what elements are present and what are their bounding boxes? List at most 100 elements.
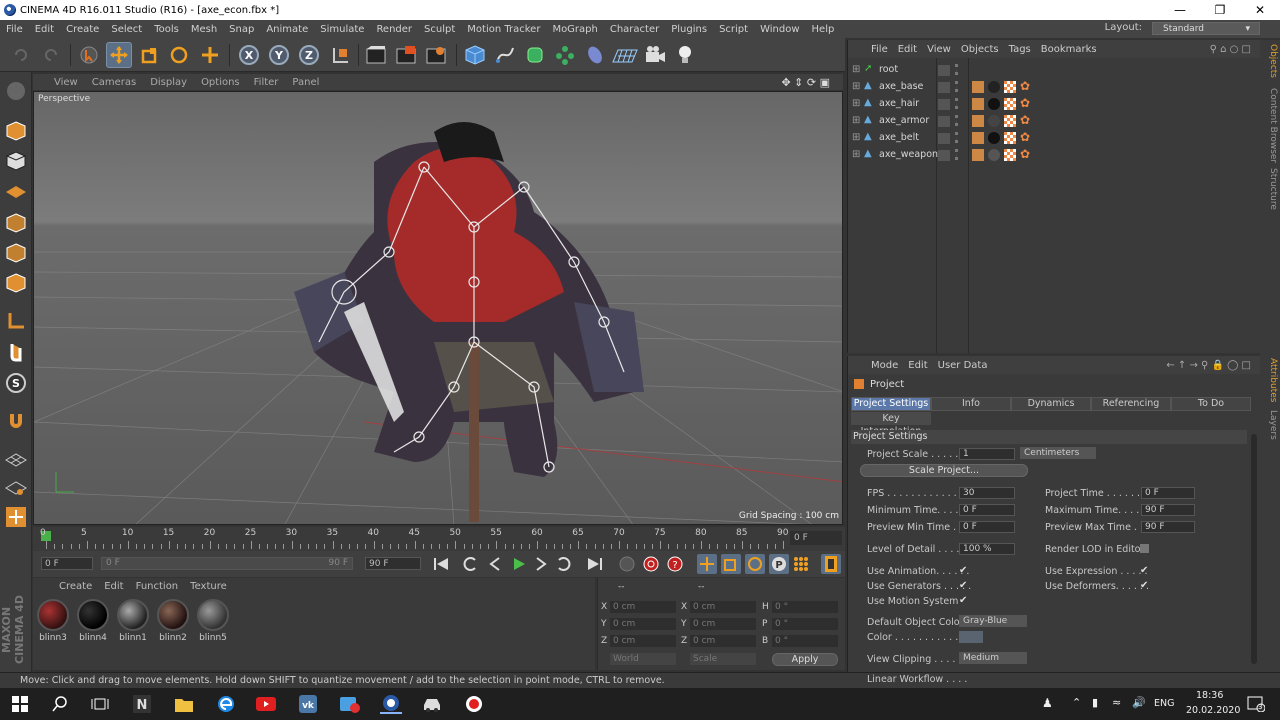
side-tab-structure[interactable]: Structure bbox=[1262, 168, 1278, 210]
deformer-button[interactable] bbox=[582, 42, 608, 68]
object-menu-objects[interactable]: Objects bbox=[956, 44, 1004, 55]
taskbar-vk[interactable]: vk bbox=[298, 694, 318, 714]
tab-key-interpolation[interactable]: Key Interpolation bbox=[851, 412, 931, 437]
size-x-field[interactable]: 0 cm bbox=[690, 601, 756, 613]
battery-icon[interactable]: ▮ bbox=[1092, 696, 1098, 709]
snap-button[interactable]: S bbox=[3, 370, 29, 396]
object-row-axe-belt[interactable]: ⊞ ▲ axe_belt ✿ bbox=[848, 130, 1261, 146]
render-settings-button[interactable] bbox=[423, 42, 449, 68]
size-y-field[interactable]: 0 cm bbox=[690, 618, 756, 630]
object-menu-edit[interactable]: Edit bbox=[893, 44, 922, 55]
uvw-tag-icon[interactable] bbox=[1004, 132, 1016, 144]
side-tab-attributes[interactable]: Attributes bbox=[1262, 358, 1278, 402]
size-mode-select[interactable]: Scale bbox=[690, 653, 756, 665]
notification-center-button[interactable]: 3 bbox=[1246, 694, 1266, 714]
object-menu-file[interactable]: File bbox=[866, 44, 893, 55]
clock-date[interactable]: 20.02.2020 bbox=[1186, 705, 1240, 716]
tab-info[interactable]: Info bbox=[931, 397, 1011, 411]
menu-render[interactable]: Render bbox=[370, 24, 418, 35]
position-x-field[interactable]: 0 cm bbox=[610, 601, 676, 613]
go-to-start-button[interactable] bbox=[431, 554, 451, 574]
material-menu-create[interactable]: Create bbox=[53, 581, 98, 592]
coordinate-system-button[interactable] bbox=[327, 42, 353, 68]
end-frame-field[interactable]: 90 F bbox=[365, 557, 421, 570]
render-lod-checkbox[interactable] bbox=[1140, 544, 1149, 553]
viewport-menu-options[interactable]: Options bbox=[194, 77, 247, 88]
floor-button[interactable] bbox=[612, 42, 638, 68]
menu-sculpt[interactable]: Sculpt bbox=[418, 24, 461, 35]
expand-icon[interactable]: ⊞ bbox=[852, 149, 860, 160]
layer-dots[interactable] bbox=[955, 149, 958, 160]
layer-dots[interactable] bbox=[955, 132, 958, 143]
material-item[interactable]: blinn2 bbox=[155, 599, 191, 647]
uvw-tag-icon[interactable] bbox=[1004, 98, 1016, 110]
coord-mode-select[interactable]: World bbox=[610, 653, 676, 665]
next-frame-button[interactable] bbox=[531, 554, 551, 574]
skin-tag-icon[interactable]: ✿ bbox=[1020, 114, 1032, 127]
play-button[interactable] bbox=[509, 554, 529, 574]
tab-dynamics[interactable]: Dynamics bbox=[1011, 397, 1091, 411]
material-item[interactable]: blinn1 bbox=[115, 599, 151, 647]
side-tab-content-browser[interactable]: Content Browser bbox=[1262, 88, 1278, 163]
material-tag-icon[interactable] bbox=[988, 98, 1000, 110]
layer-dots[interactable] bbox=[955, 115, 958, 126]
model-mode-button[interactable] bbox=[3, 118, 29, 144]
start-frame-field[interactable]: 0 F bbox=[41, 557, 93, 570]
search-button[interactable] bbox=[50, 694, 70, 714]
object-menu-tags[interactable]: Tags bbox=[1004, 44, 1036, 55]
visibility-toggle[interactable] bbox=[938, 99, 950, 110]
previous-frame-button[interactable] bbox=[485, 554, 505, 574]
visibility-toggle[interactable] bbox=[938, 116, 950, 127]
expand-icon[interactable]: ⊞ bbox=[852, 64, 860, 75]
material-tag-icon[interactable] bbox=[988, 115, 1000, 127]
cloner-button[interactable] bbox=[552, 42, 578, 68]
menu-snap[interactable]: Snap bbox=[223, 24, 260, 35]
default-object-color-select[interactable]: Gray-Blue bbox=[959, 615, 1027, 627]
weight-tag-icon[interactable] bbox=[972, 98, 984, 110]
expand-icon[interactable]: ⊞ bbox=[852, 98, 860, 109]
close-button[interactable]: ✕ bbox=[1240, 0, 1280, 20]
preview-range-slider[interactable]: 0 F 90 F bbox=[101, 557, 353, 570]
next-key-button[interactable] bbox=[553, 554, 573, 574]
viewport-navigation-icons[interactable]: ✥ ⇕ ⟳ ▣ bbox=[774, 76, 837, 89]
taskbar-messenger[interactable] bbox=[340, 694, 360, 714]
move-tool-button[interactable] bbox=[106, 42, 132, 68]
record-active-objects-button[interactable] bbox=[617, 554, 637, 574]
expand-icon[interactable]: ⊞ bbox=[852, 132, 860, 143]
viewport-menu-display[interactable]: Display bbox=[143, 77, 194, 88]
magnet-button[interactable] bbox=[3, 408, 29, 434]
menu-plugins[interactable]: Plugins bbox=[665, 24, 713, 35]
edge-mode-button[interactable] bbox=[3, 240, 29, 266]
key-pla-button[interactable] bbox=[791, 554, 811, 574]
object-search-icon[interactable]: ⚲ ⌂ ○ □ bbox=[1205, 44, 1256, 55]
volume-icon[interactable]: 🔊 bbox=[1132, 696, 1146, 709]
restore-button[interactable]: ❐ bbox=[1200, 0, 1240, 20]
taskbar-app-n[interactable]: N bbox=[132, 694, 152, 714]
menu-select[interactable]: Select bbox=[105, 24, 148, 35]
rotation-h-field[interactable]: 0 ° bbox=[772, 601, 838, 613]
material-tag-icon[interactable] bbox=[988, 149, 1000, 161]
live-select-button[interactable] bbox=[197, 42, 223, 68]
rotation-b-field[interactable]: 0 ° bbox=[772, 635, 838, 647]
z-axis-button[interactable]: Z bbox=[296, 42, 322, 68]
rotate-tool-button[interactable] bbox=[166, 42, 192, 68]
menu-animate[interactable]: Animate bbox=[260, 24, 314, 35]
attr-menu-mode[interactable]: Mode bbox=[866, 360, 903, 371]
material-tag-icon[interactable] bbox=[988, 132, 1000, 144]
size-z-field[interactable]: 0 cm bbox=[690, 635, 756, 647]
menu-file[interactable]: File bbox=[0, 24, 29, 35]
timeline-ruler[interactable]: 0 5 10 15 20 25 30 35 40 45 50 55 60 65 70 75 80 85 90 0 F bbox=[33, 527, 845, 551]
material-tag-icon[interactable] bbox=[988, 81, 1000, 93]
position-z-field[interactable]: 0 cm bbox=[610, 635, 676, 647]
workplane-mode-button[interactable] bbox=[3, 178, 29, 204]
autokeying-button[interactable] bbox=[641, 554, 661, 574]
weight-tag-icon[interactable] bbox=[972, 132, 984, 144]
menu-character[interactable]: Character bbox=[604, 24, 665, 35]
tweak-mode-button[interactable] bbox=[3, 338, 29, 364]
weight-tag-icon[interactable] bbox=[972, 115, 984, 127]
use-motion-system-checkbox[interactable]: ✔ bbox=[959, 596, 968, 606]
point-mode-button[interactable] bbox=[3, 210, 29, 236]
object-menu-view[interactable]: View bbox=[922, 44, 956, 55]
scale-project-button[interactable]: Scale Project... bbox=[860, 464, 1028, 477]
minimize-button[interactable]: — bbox=[1160, 0, 1200, 20]
